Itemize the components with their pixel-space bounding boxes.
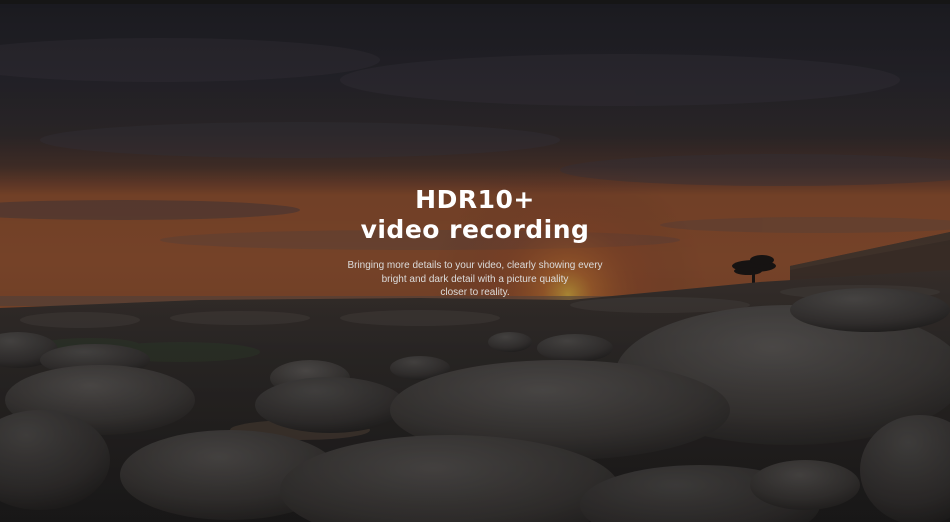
top-strip: [0, 0, 950, 4]
hero-desc-line-2: bright and dark detail with a picture qu…: [381, 273, 569, 285]
hero-desc-line-1: Bringing more details to your video, cle…: [347, 260, 603, 271]
hero-desc-line-3: closer to reality.: [440, 287, 510, 298]
hero-title-line-2: video recording: [360, 215, 590, 244]
hero-description: Bringing more details to your video, cle…: [325, 259, 625, 300]
hero-content: HDR10+ video recording Bringing more det…: [0, 185, 950, 300]
hero-title: HDR10+ video recording: [0, 185, 950, 245]
hero-title-line-1: HDR10+: [415, 185, 535, 214]
hero-banner: HDR10+ video recording Bringing more det…: [0, 0, 950, 522]
